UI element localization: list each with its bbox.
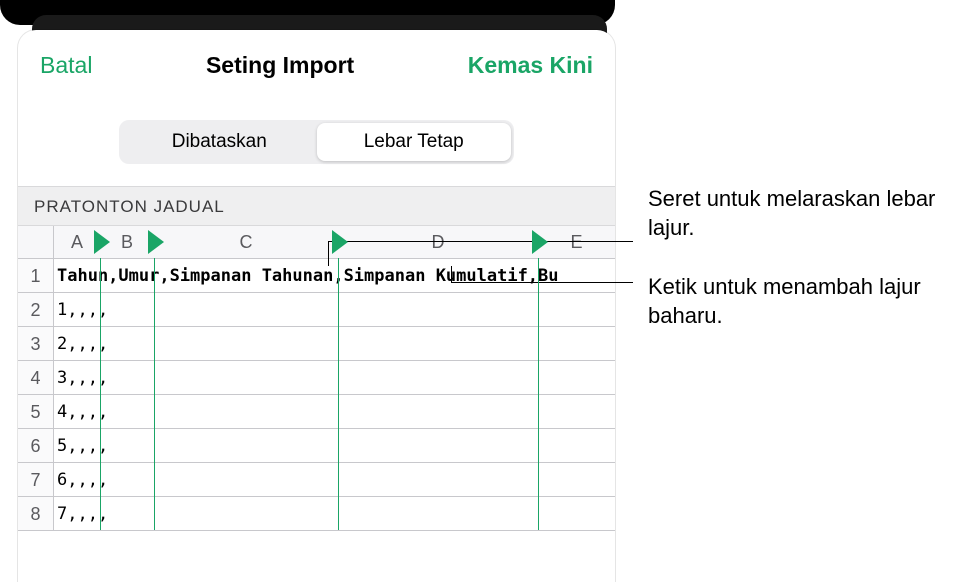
column-resize-handle-icon[interactable] (332, 230, 348, 254)
row-number: 4 (18, 361, 54, 394)
update-button[interactable]: Kemas Kini (462, 51, 599, 80)
column-header-row: ABCDE (18, 226, 615, 259)
row-text: 1,,,, (54, 293, 615, 326)
table-row: 43,,,, (18, 361, 615, 395)
table-row: 65,,,, (18, 429, 615, 463)
modal-header: Batal Seting Import Kemas Kini (18, 30, 615, 100)
leader-line (451, 282, 633, 283)
column-boundary-line[interactable] (154, 258, 155, 530)
column-boundary-line[interactable] (538, 258, 539, 530)
row-number-header (18, 226, 54, 258)
row-number: 7 (18, 463, 54, 496)
column-header-d[interactable]: D (338, 226, 538, 258)
import-settings-modal: Batal Seting Import Kemas Kini Dibataska… (18, 30, 615, 582)
row-number: 1 (18, 259, 54, 292)
leader-line (328, 241, 329, 266)
row-text: 6,,,, (54, 463, 615, 496)
table-row: 32,,,, (18, 327, 615, 361)
row-number: 8 (18, 497, 54, 530)
row-text: 4,,,, (54, 395, 615, 428)
leader-line (328, 241, 633, 242)
row-number: 5 (18, 395, 54, 428)
segment-delimited[interactable]: Dibataskan (122, 123, 317, 161)
table-row: 87,,,, (18, 497, 615, 531)
row-number: 6 (18, 429, 54, 462)
column-boundary-line[interactable] (100, 258, 101, 530)
segmented-control-container: Dibataskan Lebar Tetap (18, 100, 615, 186)
column-header-c[interactable]: C (154, 226, 338, 258)
table-row: 76,,,, (18, 463, 615, 497)
table-row: 21,,,, (18, 293, 615, 327)
row-number: 3 (18, 327, 54, 360)
column-resize-handle-icon[interactable] (94, 230, 110, 254)
table-row: 54,,,, (18, 395, 615, 429)
table-row: 1Tahun,Umur,Simpanan Tahunan,Simpanan Ku… (18, 259, 615, 293)
row-number: 2 (18, 293, 54, 326)
row-text: 3,,,, (54, 361, 615, 394)
callout-drag-width: Seret untuk melaraskan lebar lajur. (648, 184, 953, 242)
column-header-e[interactable]: E (538, 226, 615, 258)
row-text: 7,,,, (54, 497, 615, 530)
table-preview-label: PRATONTON JADUAL (18, 186, 615, 226)
leader-line (451, 266, 452, 282)
column-header-a[interactable]: A (54, 226, 100, 258)
import-mode-segmented: Dibataskan Lebar Tetap (119, 120, 514, 164)
row-text: Tahun,Umur,Simpanan Tahunan,Simpanan Kum… (54, 259, 615, 292)
modal-title: Seting Import (206, 52, 354, 79)
row-text: 2,,,, (54, 327, 615, 360)
column-resize-handle-icon[interactable] (532, 230, 548, 254)
column-boundary-line[interactable] (338, 258, 339, 530)
table-preview: ABCDE 1Tahun,Umur,Simpanan Tahunan,Simpa… (18, 226, 615, 531)
callout-tap-add-column: Ketik untuk menambah lajur baharu. (648, 272, 953, 330)
segment-fixed-width[interactable]: Lebar Tetap (317, 123, 512, 161)
cancel-button[interactable]: Batal (34, 51, 98, 80)
row-text: 5,,,, (54, 429, 615, 462)
column-resize-handle-icon[interactable] (148, 230, 164, 254)
